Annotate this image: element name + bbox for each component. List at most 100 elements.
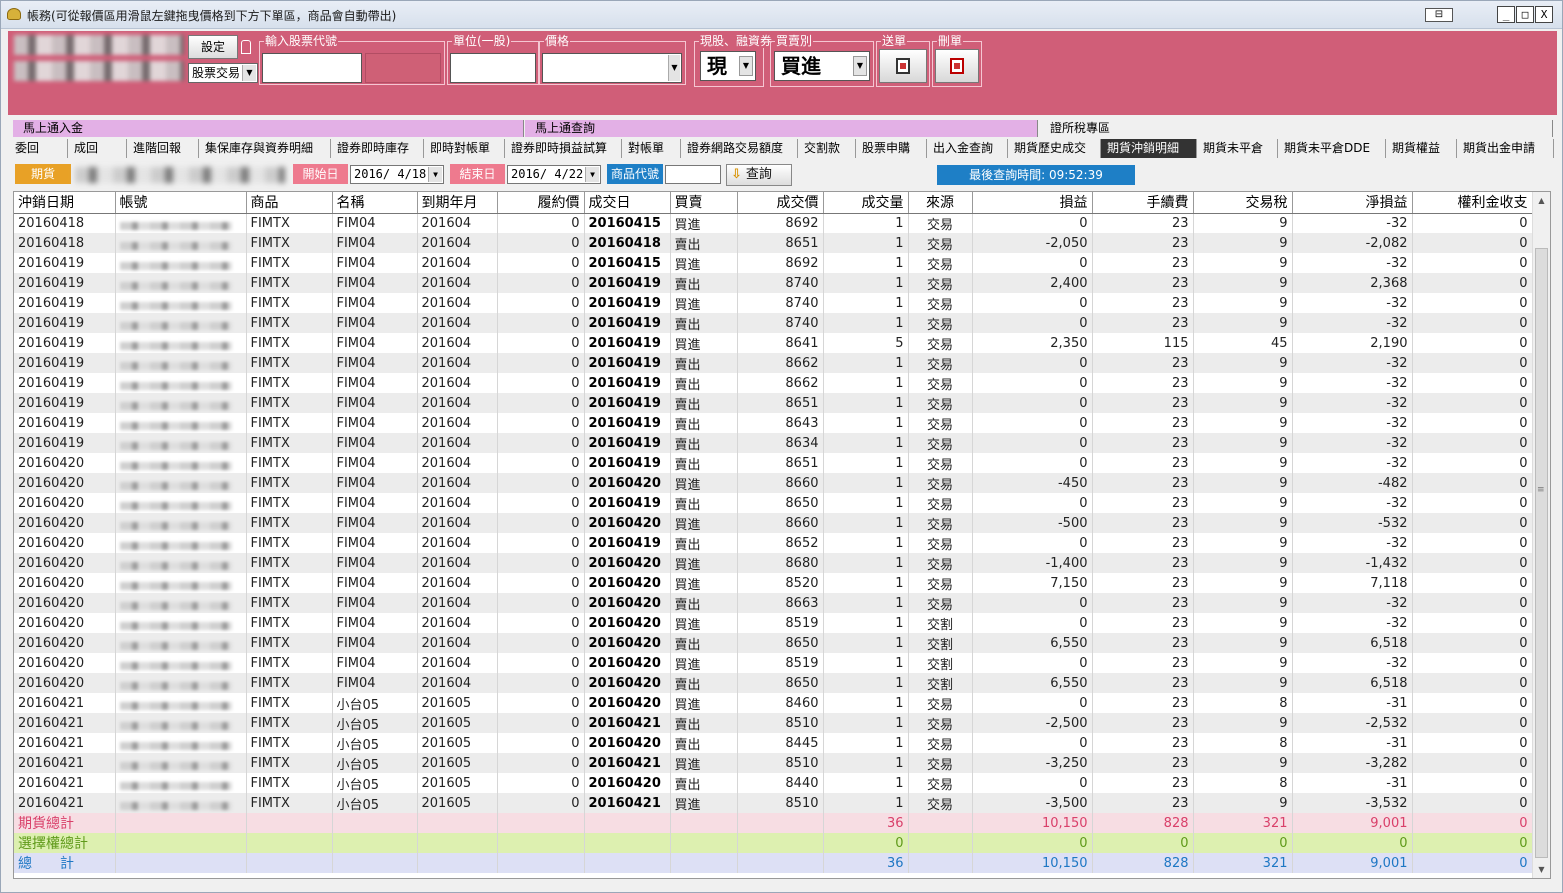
table-row[interactable]: 20160419 FIMTX FIM04 201604 0 20160419 賣出 8662 1… — [14, 373, 1533, 393]
col-header[interactable]: 手續費 — [1092, 192, 1194, 214]
summary-empty — [417, 813, 498, 833]
table-row[interactable]: 20160420 FIMTX FIM04 201604 0 20160420 賣出 8663 1… — [14, 593, 1533, 613]
title-bar[interactable]: 帳務(可從報價區用滑鼠左鍵拖曳價格到下方下單區，商品會自動帶出) ⊟ _ □ X — [1, 1, 1562, 29]
table-row[interactable]: 20160419 FIMTX FIM04 201604 0 20160419 賣出 8740 1… — [14, 273, 1533, 293]
table-row[interactable]: 20160420 FIMTX FIM04 201604 0 20160419 賣出 8652 1… — [14, 533, 1533, 553]
table-row[interactable]: 20160419 FIMTX FIM04 201604 0 20160419 賣出 8740 1… — [14, 313, 1533, 333]
link-quick-deposit[interactable]: 馬上通入金 — [13, 120, 524, 137]
cell-account-redacted — [115, 613, 247, 633]
table-row[interactable]: 20160419 FIMTX FIM04 201604 0 20160419 買進 8641 5… — [14, 333, 1533, 353]
table-row[interactable]: 20160421 FIMTX 小台05 201605 0 20160420 賣出 8445 1 交… — [14, 733, 1533, 753]
pin-button[interactable]: ⊟ — [1425, 8, 1453, 22]
tab-futures-open-position[interactable]: 期貨未平倉 — [1197, 139, 1278, 158]
cell-fee: 23 — [1092, 753, 1194, 773]
tab-realtime-statement[interactable]: 即時對帳單 — [424, 139, 505, 158]
col-header[interactable]: 成交量 — [823, 192, 909, 214]
col-header[interactable]: 到期年月 — [417, 192, 498, 214]
close-button[interactable]: X — [1535, 6, 1553, 23]
scroll-down-icon[interactable]: ▼ — [1533, 861, 1550, 878]
col-header[interactable]: 來源 — [908, 192, 973, 214]
cell-expiry: 201604 — [417, 553, 498, 573]
delete-order-button[interactable] — [935, 49, 979, 83]
table-row[interactable]: 20160420 FIMTX FIM04 201604 0 20160420 買進 8660 1… — [14, 473, 1533, 493]
table-row[interactable]: 20160418 FIMTX FIM04 201604 0 20160415 買進 8692 1… — [14, 213, 1533, 233]
lock-icon[interactable] — [241, 40, 251, 54]
tab-fill-report[interactable]: 成回 — [68, 139, 127, 158]
table-row[interactable]: 20160419 FIMTX FIM04 201604 0 20160419 賣出 8643 1… — [14, 413, 1533, 433]
summary-qty: 36 — [823, 813, 909, 833]
table-row[interactable]: 20160421 FIMTX 小台05 201605 0 20160420 賣出 8440 1 交… — [14, 773, 1533, 793]
table-row[interactable]: 20160420 FIMTX FIM04 201604 0 20160419 賣出 8650 1… — [14, 493, 1533, 513]
side-select[interactable]: 買進 ▼ — [774, 51, 870, 81]
scroll-thumb[interactable] — [1535, 248, 1548, 858]
account-select-redacted[interactable] — [75, 167, 285, 183]
tab-realtime-pl-calc[interactable]: 證券即時損益試算 — [505, 139, 622, 158]
table-row[interactable]: 20160420 FIMTX FIM04 201604 0 20160420 買進 8660 1… — [14, 513, 1533, 533]
table-row[interactable]: 20160419 FIMTX FIM04 201604 0 20160419 賣出 8662 1… — [14, 353, 1533, 373]
table-row[interactable]: 20160419 FIMTX FIM04 201604 0 20160419 買進 8740 1… — [14, 293, 1533, 313]
cell-pl: 0 — [972, 213, 1093, 233]
col-header[interactable]: 損益 — [972, 192, 1093, 214]
col-header[interactable]: 成交日 — [584, 192, 671, 214]
table-row[interactable]: 20160418 FIMTX FIM04 201604 0 20160418 賣出 8651 1… — [14, 233, 1533, 253]
tab-futures-offset-detail[interactable]: 期貨沖銷明細 — [1101, 139, 1197, 158]
tab-futures-open-dde[interactable]: 期貨未平倉DDE — [1278, 139, 1386, 158]
trade-type-select[interactable]: 股票交易 ▼ — [188, 63, 258, 83]
tab-settlement[interactable]: 交割款 — [798, 139, 856, 158]
send-order-button[interactable] — [879, 49, 927, 83]
table-row[interactable]: 20160421 FIMTX 小台05 201605 0 20160421 買進 8510 1 交… — [14, 793, 1533, 813]
product-code-input[interactable] — [665, 165, 721, 184]
unit-input[interactable] — [450, 53, 536, 83]
tab-futures-withdraw[interactable]: 期貨出金申請 — [1457, 139, 1554, 158]
stock-code-input[interactable] — [262, 53, 362, 83]
table-row[interactable]: 20160420 FIMTX FIM04 201604 0 20160420 買進 8680 1… — [14, 553, 1533, 573]
col-header[interactable]: 交易稅 — [1193, 192, 1293, 214]
tab-trading-limit[interactable]: 證券網路交易額度 — [681, 139, 798, 158]
table-row[interactable]: 20160421 FIMTX 小台05 201605 0 20160421 買進 8510 1 交… — [14, 753, 1533, 773]
col-header[interactable]: 成交價 — [737, 192, 824, 214]
link-securities-tax[interactable]: 證所稅專區 — [1039, 120, 1553, 137]
settings-button[interactable]: 設定 — [188, 35, 238, 59]
col-header[interactable]: 淨損益 — [1292, 192, 1413, 214]
table-row[interactable]: 20160420 FIMTX FIM04 201604 0 20160419 賣出 8651 1… — [14, 453, 1533, 473]
end-date-picker[interactable]: 2016/ 4/22 ▼ — [507, 165, 601, 184]
col-header[interactable]: 沖銷日期 — [14, 192, 116, 214]
col-header[interactable]: 買賣 — [670, 192, 738, 214]
col-header[interactable]: 履約價 — [497, 192, 585, 214]
cash-margin-label: 現股、融資券 — [699, 34, 774, 48]
cell-expiry: 201604 — [417, 573, 498, 593]
tab-futures-equity[interactable]: 期貨權益 — [1386, 139, 1457, 158]
table-row[interactable]: 20160420 FIMTX FIM04 201604 0 20160420 賣出 8650 1… — [14, 633, 1533, 653]
vertical-scrollbar[interactable]: ▲ ≡ ▼ — [1532, 192, 1550, 878]
search-button[interactable]: ⇩ 查詢 — [726, 164, 792, 186]
tab-futures-history[interactable]: 期貨歷史成交 — [1008, 139, 1101, 158]
table-row[interactable]: 20160420 FIMTX FIM04 201604 0 20160420 買進 8520 1… — [14, 573, 1533, 593]
tab-ipo-subscribe[interactable]: 股票申購 — [856, 139, 927, 158]
maximize-button[interactable]: □ — [1516, 6, 1534, 23]
cash-margin-select[interactable]: 現 ▼ — [700, 51, 756, 81]
col-header[interactable]: 權利金收支 — [1412, 192, 1533, 214]
tab-advanced-report[interactable]: 進階回報 — [127, 139, 199, 158]
tab-order-report[interactable]: 委回 — [9, 139, 68, 158]
start-date-picker[interactable]: 2016/ 4/18 ▼ — [350, 165, 444, 184]
table-row[interactable]: 20160419 FIMTX FIM04 201604 0 20160415 買進 8692 1… — [14, 253, 1533, 273]
scroll-up-icon[interactable]: ▲ — [1533, 192, 1550, 209]
tab-realtime-inventory[interactable]: 證券即時庫存 — [331, 139, 424, 158]
table-row[interactable]: 20160419 FIMTX FIM04 201604 0 20160419 賣出 8651 1… — [14, 393, 1533, 413]
col-header[interactable]: 名稱 — [332, 192, 418, 214]
tab-cash-flow[interactable]: 出入金查詢 — [927, 139, 1008, 158]
col-header[interactable]: 帳號 — [115, 192, 247, 214]
table-row[interactable]: 20160420 FIMTX FIM04 201604 0 20160420 買進 8519 1… — [14, 653, 1533, 673]
col-header[interactable]: 商品 — [246, 192, 333, 214]
minimize-button[interactable]: _ — [1497, 6, 1515, 23]
tab-statement[interactable]: 對帳單 — [622, 139, 681, 158]
table-row[interactable]: 20160420 FIMTX FIM04 201604 0 20160420 買進 8519 1… — [14, 613, 1533, 633]
summary-pl: 10,150 — [972, 853, 1093, 873]
link-quick-query[interactable]: 馬上通查詢 — [525, 120, 1038, 137]
tab-custody-inventory[interactable]: 集保庫存與資券明細 — [199, 139, 331, 158]
table-row[interactable]: 20160419 FIMTX FIM04 201604 0 20160419 賣出 8634 1… — [14, 433, 1533, 453]
table-row[interactable]: 20160421 FIMTX 小台05 201605 0 20160420 買進 8460 1 交… — [14, 693, 1533, 713]
table-row[interactable]: 20160420 FIMTX FIM04 201604 0 20160420 賣出 8650 1… — [14, 673, 1533, 693]
price-input[interactable]: ▼ — [542, 53, 682, 83]
table-row[interactable]: 20160421 FIMTX 小台05 201605 0 20160421 賣出 8510 1 交… — [14, 713, 1533, 733]
